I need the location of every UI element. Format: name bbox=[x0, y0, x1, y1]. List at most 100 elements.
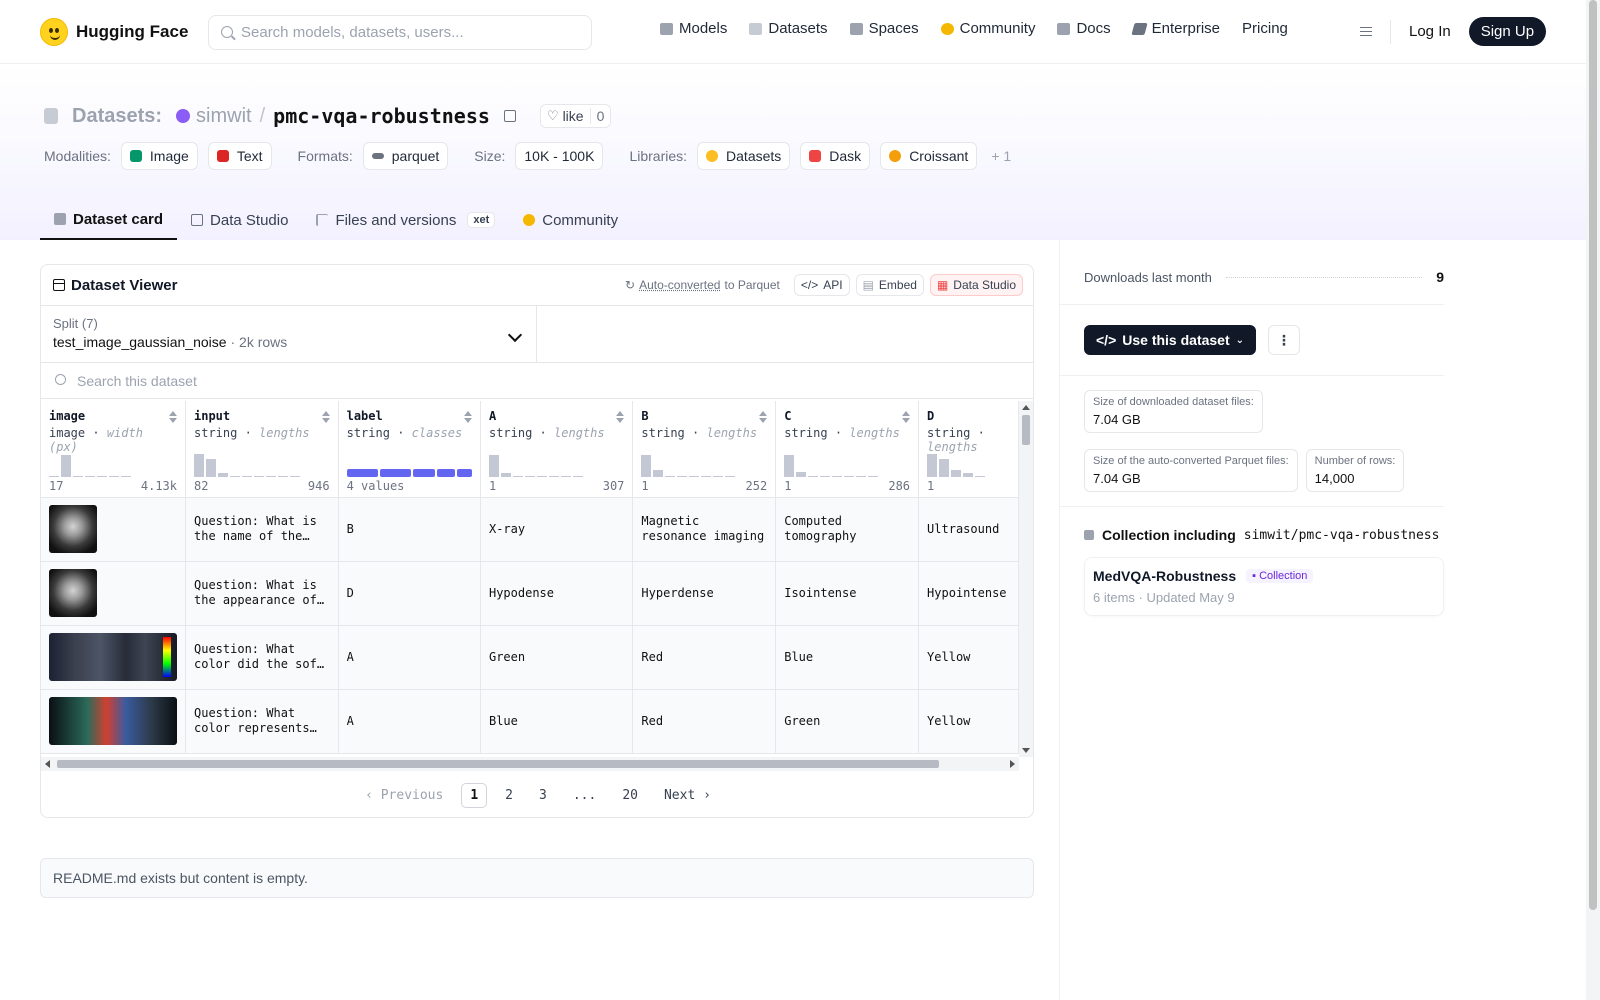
scroll-up-icon[interactable] bbox=[1022, 405, 1030, 410]
page-scrollbar[interactable] bbox=[1586, 0, 1600, 1000]
histogram-bar[interactable] bbox=[548, 475, 559, 477]
class-bar-segment[interactable] bbox=[437, 468, 455, 477]
histogram-bar[interactable] bbox=[97, 475, 107, 477]
column-header-4[interactable]: Bstring · lengths 1 252 bbox=[632, 401, 777, 498]
column-header-5[interactable]: Cstring · lengths 1 286 bbox=[775, 401, 920, 498]
column-header-6[interactable]: Dstring · lengths 1 bbox=[918, 401, 1019, 498]
class-bar-segment[interactable] bbox=[412, 468, 436, 477]
sort-icon[interactable] bbox=[616, 411, 625, 423]
column-header-0[interactable]: image image · width (px) 17 4.13k bbox=[41, 401, 186, 498]
more-options-button[interactable]: ⋮ bbox=[1267, 325, 1300, 355]
auto-converted-link[interactable]: Auto-converted bbox=[639, 278, 720, 292]
cell-c[interactable]: Blue bbox=[775, 625, 920, 690]
page-20-button[interactable]: 20 bbox=[614, 784, 646, 807]
tag-datasets-lib[interactable]: Datasets bbox=[697, 142, 791, 170]
histogram-bar[interactable] bbox=[939, 458, 950, 477]
histogram-bar[interactable] bbox=[49, 475, 59, 477]
histogram-bar[interactable] bbox=[512, 475, 523, 477]
scroll-left-icon[interactable] bbox=[45, 760, 50, 768]
histogram-bar[interactable] bbox=[927, 453, 938, 477]
tag-size[interactable]: 10K - 100K bbox=[515, 142, 604, 170]
nav-enterprise[interactable]: Enterprise bbox=[1131, 20, 1220, 37]
use-this-dataset-button[interactable]: </> Use this dataset ⌄ bbox=[1084, 325, 1257, 355]
image-thumbnail[interactable] bbox=[49, 697, 177, 745]
vertical-scrollbar[interactable] bbox=[1019, 401, 1033, 757]
login-link[interactable]: Log In bbox=[1409, 23, 1451, 40]
histogram-bar[interactable] bbox=[963, 472, 974, 477]
cell-b[interactable]: Red bbox=[632, 689, 777, 754]
histogram-bar[interactable] bbox=[194, 453, 204, 477]
histogram-bar[interactable] bbox=[784, 454, 795, 477]
page-2-button[interactable]: 2 bbox=[497, 784, 521, 807]
histogram-bar[interactable] bbox=[868, 475, 879, 477]
cell-b[interactable]: Red bbox=[632, 625, 777, 690]
cell-image[interactable] bbox=[41, 497, 186, 562]
cell-d[interactable]: Yellow bbox=[918, 625, 1019, 690]
histogram-bar[interactable] bbox=[266, 475, 276, 477]
cell-label[interactable]: D bbox=[338, 561, 481, 626]
split-selector[interactable]: Split (7) test_image_gaussian_noise · 2k… bbox=[41, 306, 537, 362]
class-bar-segment[interactable] bbox=[456, 468, 472, 477]
repo-name[interactable]: pmc-vqa-robustness bbox=[273, 104, 490, 128]
histogram-bar[interactable] bbox=[109, 475, 119, 477]
tab-dataset-card[interactable]: Dataset card bbox=[40, 200, 178, 240]
collection-card[interactable]: MedVQA-Robustness ▪ Collection 6 items · … bbox=[1084, 557, 1444, 616]
page-3-button[interactable]: 3 bbox=[531, 784, 555, 807]
cell-input[interactable]: Question: What is the appearance of… bbox=[185, 561, 339, 626]
column-header-1[interactable]: input string · lengths 82 946 bbox=[185, 401, 339, 498]
tag-text[interactable]: Text bbox=[207, 142, 272, 170]
histogram-bar[interactable] bbox=[230, 475, 240, 477]
histogram-bar[interactable] bbox=[73, 475, 83, 477]
scroll-right-icon[interactable] bbox=[1010, 760, 1015, 768]
section-label[interactable]: Datasets: bbox=[72, 105, 162, 128]
cell-image[interactable] bbox=[41, 561, 186, 626]
table-row[interactable]: Question: What color represents the… A Blu… bbox=[41, 689, 1019, 754]
more-menu-icon[interactable] bbox=[1354, 26, 1372, 38]
histogram-bar[interactable] bbox=[560, 475, 571, 477]
histogram-bar[interactable] bbox=[701, 475, 712, 477]
histogram-bar[interactable] bbox=[206, 458, 216, 477]
cell-c[interactable]: Isointense bbox=[775, 561, 920, 626]
owner-link[interactable]: simwit bbox=[196, 105, 252, 128]
api-button[interactable]: </> API bbox=[793, 274, 850, 296]
global-search-input[interactable]: Search models, datasets, users... bbox=[208, 15, 592, 50]
histogram-bar[interactable] bbox=[572, 475, 583, 477]
sort-icon[interactable] bbox=[321, 411, 330, 423]
histogram-bar[interactable] bbox=[808, 475, 819, 477]
histogram-bar[interactable] bbox=[951, 469, 962, 477]
dataset-search-input[interactable]: Search this dataset bbox=[41, 363, 1033, 399]
cell-c[interactable]: Computed tomography bbox=[775, 497, 920, 562]
signup-button[interactable]: Sign Up bbox=[1468, 17, 1547, 46]
histogram-bar[interactable] bbox=[85, 475, 95, 477]
image-thumbnail[interactable] bbox=[49, 505, 97, 553]
like-button[interactable]: ♡ like 0 bbox=[539, 104, 612, 128]
histogram[interactable] bbox=[49, 449, 131, 477]
tab-files-versions[interactable]: Files and versions xet bbox=[302, 200, 509, 240]
histogram-bar[interactable] bbox=[856, 475, 867, 477]
embed-button[interactable]: ▤ Embed bbox=[855, 274, 924, 296]
sort-icon[interactable] bbox=[169, 411, 177, 423]
cell-a[interactable]: Green bbox=[480, 625, 634, 690]
histogram[interactable] bbox=[641, 449, 736, 477]
cell-label[interactable]: A bbox=[338, 625, 481, 690]
horizontal-scrollbar[interactable] bbox=[41, 757, 1019, 771]
histogram-bar[interactable] bbox=[524, 475, 535, 477]
histogram-bar[interactable] bbox=[536, 475, 547, 477]
data-studio-button[interactable]: ▦ Data Studio bbox=[929, 274, 1023, 296]
copy-icon[interactable] bbox=[503, 110, 516, 122]
histogram-bar[interactable] bbox=[290, 475, 300, 477]
histogram-bar[interactable] bbox=[254, 475, 264, 477]
histogram-bar[interactable] bbox=[488, 454, 499, 477]
histogram-bar[interactable] bbox=[278, 475, 288, 477]
previous-page-button[interactable]: ‹ Previous bbox=[357, 784, 451, 807]
histogram-bar[interactable] bbox=[641, 454, 652, 477]
tab-community[interactable]: Community bbox=[509, 200, 632, 240]
histogram-bar[interactable] bbox=[689, 475, 700, 477]
histogram-bar[interactable] bbox=[832, 475, 843, 477]
nav-models[interactable]: Models bbox=[660, 20, 727, 37]
column-header-2[interactable]: label string · classes 4 values bbox=[338, 401, 481, 498]
nav-community[interactable]: Community bbox=[940, 20, 1035, 37]
histogram-bar[interactable] bbox=[820, 475, 831, 477]
image-thumbnail[interactable] bbox=[49, 569, 97, 617]
cell-image[interactable] bbox=[41, 625, 186, 690]
